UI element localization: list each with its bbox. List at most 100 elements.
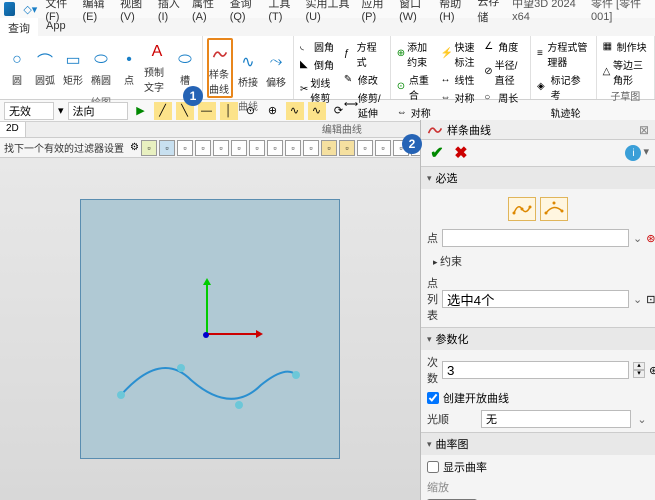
btn-eqmgr[interactable]: ≡方程式管理器: [535, 38, 592, 70]
menu-window[interactable]: 窗口(W): [399, 0, 431, 23]
workspace[interactable]: [0, 158, 420, 500]
smooth-select[interactable]: 无: [481, 410, 631, 428]
combo-filter[interactable]: 无效: [4, 102, 54, 120]
tbtn-4[interactable]: —: [198, 102, 216, 120]
smooth-dropdown[interactable]: ⌄: [635, 413, 649, 426]
ib-7[interactable]: ▫: [249, 140, 265, 156]
spline-panel: 样条曲线 ⊠ ✔ ✖ i ▾ 必选 点 ⌄ ⊛ 约束 点列表: [420, 120, 655, 500]
menu-help[interactable]: 帮助(H): [439, 0, 469, 23]
mode-control-points[interactable]: [540, 197, 568, 221]
btn-circle[interactable]: ○圆: [4, 38, 30, 94]
btn-point[interactable]: •点: [116, 38, 142, 94]
constraint-expand[interactable]: 约束: [427, 251, 649, 271]
pointlist-input[interactable]: [442, 290, 629, 308]
degree-down[interactable]: ▾: [633, 370, 645, 378]
btn-symmetric[interactable]: ⇔对称: [395, 104, 437, 121]
btn-sketchref[interactable]: ◈标记参考: [535, 71, 592, 103]
btn-spline[interactable]: 样条曲线: [207, 38, 233, 98]
menu-insert[interactable]: 插入(I): [158, 0, 184, 23]
expand-icon[interactable]: ▾: [643, 145, 649, 161]
menu-query[interactable]: 查询(Q): [230, 0, 261, 23]
btn-quickdim[interactable]: ⚡快速标注: [438, 38, 480, 70]
ib-1[interactable]: ▫: [141, 140, 157, 156]
tbtn-8[interactable]: ∿: [286, 102, 304, 120]
section-required[interactable]: 必选: [421, 167, 655, 189]
btn-text[interactable]: A预制文字: [144, 38, 170, 94]
btn-trimext[interactable]: ⟷修剪/延伸: [342, 89, 386, 121]
menu-util[interactable]: 实用工具(U): [306, 0, 354, 23]
section-curvature[interactable]: 曲率图: [421, 433, 655, 455]
degree-label: 次数: [427, 354, 438, 386]
menu-view[interactable]: 视图(V): [120, 0, 150, 23]
btn-fillet[interactable]: ◟圆角: [298, 38, 340, 55]
confirm-ok-button[interactable]: ✔: [427, 144, 447, 162]
section-param[interactable]: 参数化: [421, 328, 655, 350]
menu-attr[interactable]: 属性(A): [192, 0, 222, 23]
confirm-cancel-button[interactable]: ✖: [451, 144, 471, 162]
menu-cloud[interactable]: 云存储: [477, 0, 504, 25]
ib-14[interactable]: ▫: [375, 140, 391, 156]
ib-13[interactable]: ▫: [357, 140, 373, 156]
btn-rect[interactable]: ▭矩形: [60, 38, 86, 94]
ib-5[interactable]: ▫: [213, 140, 229, 156]
info-icon[interactable]: i: [625, 145, 641, 161]
tbtn-6[interactable]: ⊙: [242, 102, 260, 120]
ib-12[interactable]: ▫: [339, 140, 355, 156]
menu-tools[interactable]: 工具(T): [268, 0, 297, 23]
panel-close-icon[interactable]: ⊠: [639, 123, 649, 137]
degree-input[interactable]: [442, 361, 629, 379]
tbtn-1[interactable]: ▶: [132, 102, 150, 120]
btn-arc[interactable]: ⌒圆弧: [32, 38, 58, 94]
menu-edit[interactable]: 编辑(E): [82, 0, 112, 23]
btn-radius[interactable]: ⊘半径/直径: [482, 56, 526, 88]
degree-pick-icon[interactable]: ⊛: [649, 364, 655, 377]
ib-6[interactable]: ▫: [231, 140, 247, 156]
openloop-checkbox[interactable]: [427, 392, 439, 404]
ib-8[interactable]: ▫: [267, 140, 283, 156]
btn-eqtriangle[interactable]: △等边三角形: [601, 56, 650, 88]
btn-equation[interactable]: ƒ方程式: [342, 38, 386, 70]
showcurv-checkbox[interactable]: [427, 461, 439, 473]
tbtn-7[interactable]: ⊕: [264, 102, 282, 120]
btn-modify[interactable]: ✎修改: [342, 71, 386, 88]
mode-through-points[interactable]: [508, 197, 536, 221]
ib-2[interactable]: ▫: [159, 140, 175, 156]
dropdown-icon[interactable]: ◇▾: [23, 3, 37, 16]
tbtn-9[interactable]: ∿: [308, 102, 326, 120]
btn-addconstraint[interactable]: ⊕添加约束: [395, 38, 437, 70]
btn-angle[interactable]: ∠角度: [482, 38, 526, 55]
canvas-tab-2d[interactable]: 2D: [0, 122, 26, 137]
tab-query[interactable]: 查询: [0, 18, 38, 36]
ib-9[interactable]: ▫: [285, 140, 301, 156]
btn-ptcoincident[interactable]: ⊙点重合: [395, 71, 437, 103]
point-input[interactable]: [442, 229, 629, 247]
sketch-canvas[interactable]: [80, 199, 340, 459]
menu-app[interactable]: 应用(P): [361, 0, 391, 23]
btn-bridge[interactable]: ∿桥接: [235, 38, 261, 98]
point-dropdown[interactable]: ⌄: [633, 232, 642, 245]
btn-makeblock[interactable]: ▦制作块: [601, 38, 650, 55]
spline-curve[interactable]: [81, 200, 339, 458]
ib-10[interactable]: ▫: [303, 140, 319, 156]
app-icon: [4, 2, 15, 16]
degree-up[interactable]: ▴: [633, 362, 645, 370]
point-pick-icon[interactable]: ⊛: [646, 232, 655, 245]
ib-11[interactable]: ▫: [321, 140, 337, 156]
pointlist-dropdown[interactable]: ⌄: [633, 293, 642, 306]
btn-ellipse[interactable]: ⬭椭圆: [88, 38, 114, 94]
tbtn-10[interactable]: ⟳: [330, 102, 348, 120]
btn-offset[interactable]: ⤳偏移: [263, 38, 289, 98]
btn-chamfer[interactable]: ◣倒角: [298, 56, 340, 73]
combo-normal[interactable]: 法向: [68, 102, 128, 120]
tab-app[interactable]: App: [38, 18, 74, 36]
tbtn-5[interactable]: │: [220, 102, 238, 120]
filter-icon[interactable]: ▾: [58, 104, 64, 117]
btn-perimeter[interactable]: ○周长: [482, 89, 526, 106]
filter-gear-icon[interactable]: ⚙: [130, 142, 139, 153]
tbtn-2[interactable]: ╱: [154, 102, 172, 120]
btn-linear[interactable]: ↔线性: [438, 71, 480, 88]
ib-4[interactable]: ▫: [195, 140, 211, 156]
btn-sym2[interactable]: ⇔对称: [438, 89, 480, 106]
ib-3[interactable]: ▫: [177, 140, 193, 156]
pointlist-pick-icon[interactable]: ⊡: [646, 293, 655, 306]
